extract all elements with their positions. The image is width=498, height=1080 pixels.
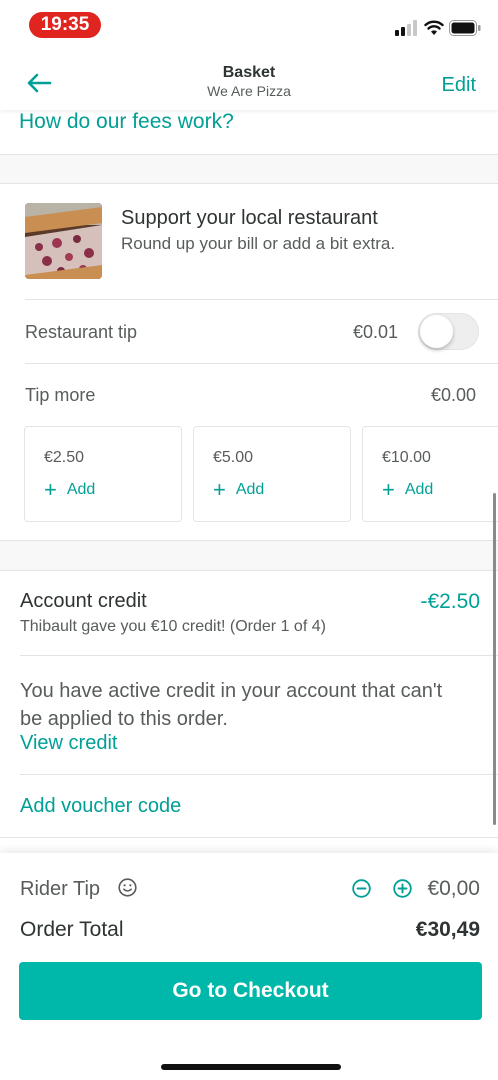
tip-option-add-button[interactable]: + Add bbox=[44, 477, 96, 502]
plus-icon: + bbox=[382, 477, 395, 502]
divider bbox=[25, 363, 498, 364]
restaurant-tip-label: Restaurant tip bbox=[25, 322, 138, 342]
account-credit-amount: -€2.50 bbox=[420, 590, 480, 613]
tip-option-add-button[interactable]: + Add bbox=[213, 477, 265, 502]
restaurant-tip-value: €0.01 bbox=[352, 322, 398, 342]
go-to-checkout-button[interactable]: Go to Checkout bbox=[19, 962, 482, 1020]
order-total-label: Order Total bbox=[20, 918, 124, 941]
decrease-tip-icon[interactable] bbox=[352, 879, 371, 898]
account-credit-title: Account credit bbox=[20, 590, 147, 612]
tip-more-value: €0.00 bbox=[430, 385, 476, 405]
section-separator bbox=[0, 540, 498, 571]
divider bbox=[20, 774, 498, 775]
tip-option-add-button[interactable]: + Add bbox=[382, 477, 434, 502]
restaurant-name: We Are Pizza bbox=[207, 83, 291, 99]
increase-tip-icon[interactable] bbox=[393, 879, 412, 898]
divider bbox=[20, 655, 498, 656]
tip-option-card[interactable]: €2.50 + Add bbox=[24, 426, 182, 522]
app-header: Basket We Are Pizza Edit bbox=[0, 52, 498, 110]
tip-option-card[interactable]: €5.00 + Add bbox=[193, 426, 351, 522]
edit-button[interactable]: Edit bbox=[442, 74, 476, 97]
fees-info-link[interactable]: How do our fees work? bbox=[19, 110, 234, 134]
tip-option-amount: €10.00 bbox=[382, 449, 431, 466]
order-total-value: €30,49 bbox=[415, 918, 480, 941]
view-credit-link[interactable]: View credit bbox=[20, 732, 117, 755]
support-subtitle: Round up your bill or add a bit extra. bbox=[121, 234, 396, 253]
tip-option-amount: €2.50 bbox=[44, 449, 85, 466]
add-label: Add bbox=[66, 481, 96, 498]
add-label: Add bbox=[235, 481, 265, 498]
add-label: Add bbox=[404, 481, 434, 498]
wifi-icon bbox=[424, 20, 444, 35]
toggle-knob bbox=[420, 315, 453, 348]
tip-option-amount: €5.00 bbox=[213, 449, 254, 466]
divider bbox=[25, 299, 498, 300]
smiley-icon bbox=[118, 878, 137, 897]
divider bbox=[0, 837, 498, 838]
home-indicator bbox=[161, 1064, 341, 1070]
cellular-signal-icon bbox=[395, 20, 417, 36]
page-title: Basket bbox=[222, 64, 276, 81]
account-credit-subtitle: Thibault gave you €10 credit! (Order 1 o… bbox=[20, 618, 326, 635]
status-bar: 19:35 bbox=[0, 0, 498, 52]
rider-tip-label: Rider Tip bbox=[20, 878, 101, 900]
rider-tip-value: €0,00 bbox=[427, 877, 480, 900]
pizza-image bbox=[25, 203, 102, 279]
add-voucher-link[interactable]: Add voucher code bbox=[20, 795, 181, 818]
tip-option-card[interactable]: €10.00 + Add bbox=[362, 426, 498, 522]
scrollbar[interactable] bbox=[493, 493, 496, 825]
section-separator bbox=[0, 154, 498, 184]
status-time: 19:35 bbox=[29, 12, 101, 38]
plus-icon: + bbox=[213, 477, 226, 502]
support-title: Support your local restaurant bbox=[121, 207, 378, 229]
active-credit-message: You have active credit in your account t… bbox=[20, 680, 443, 730]
plus-icon: + bbox=[44, 477, 57, 502]
tip-more-label: Tip more bbox=[25, 385, 96, 405]
restaurant-tip-toggle[interactable] bbox=[418, 313, 479, 350]
battery-icon bbox=[449, 20, 481, 36]
